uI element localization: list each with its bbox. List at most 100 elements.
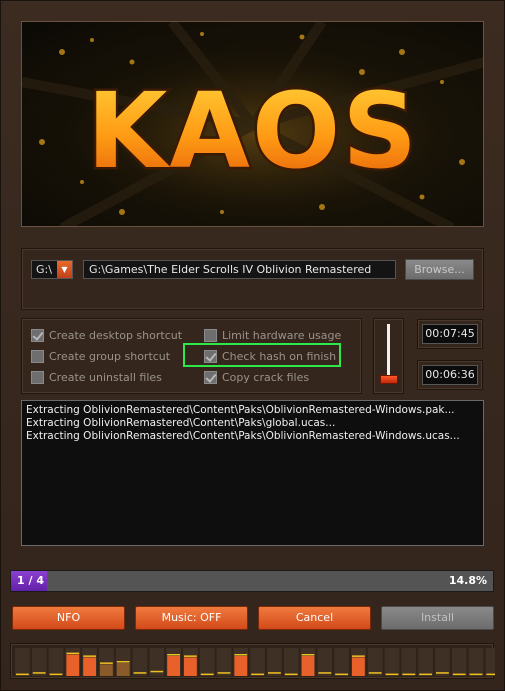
equalizer-peak: [83, 655, 96, 657]
progress-bar: 1 / 4 14.8%: [10, 570, 494, 592]
nfo-button[interactable]: NFO: [12, 606, 125, 630]
kaos-logo-art: KAOS: [22, 22, 483, 226]
checkbox-checked[interactable]: [204, 370, 217, 384]
kaos-banner: KAOS: [21, 21, 484, 227]
equalizer-cell: [250, 648, 265, 676]
equalizer-peak: [200, 673, 214, 676]
option-create-group-shortcut[interactable]: Create group shortcut: [31, 348, 170, 364]
equalizer-cell: [15, 648, 30, 676]
equalizer-cell: [132, 648, 148, 676]
equalizer-peak: [16, 673, 29, 676]
option-label: Copy crack files: [222, 370, 310, 384]
equalizer-peak: [184, 655, 197, 657]
drive-select[interactable]: G:\ ▼: [31, 260, 73, 279]
equalizer-peak: [318, 672, 332, 674]
log-line: Extracting OblivionRemastered\Content\Pa…: [26, 430, 460, 442]
equalizer-bar: [301, 656, 315, 676]
equalizer-peak: [150, 670, 164, 673]
equalizer-cell: [216, 648, 232, 676]
equalizer-cell: [31, 648, 47, 676]
equalizer-bars: [15, 648, 495, 676]
checkbox[interactable]: [31, 349, 44, 363]
equalizer-cell: [48, 648, 64, 676]
equalizer-cell: [401, 648, 417, 676]
equalizer-bar: [100, 664, 113, 676]
remaining-time-box: 00:06:36: [417, 360, 483, 390]
equalizer-bar: [116, 663, 130, 676]
equalizer-peak: [452, 673, 466, 676]
equalizer-bar: [83, 657, 96, 676]
equalizer-cell: [334, 648, 349, 676]
equalizer-peak: [486, 673, 495, 676]
equalizer-peak: [268, 672, 281, 674]
equalizer-peak: [251, 673, 264, 676]
option-create-uninstall-files[interactable]: Create uninstall files: [31, 369, 162, 385]
equalizer-cell: [283, 648, 299, 676]
extraction-log[interactable]: Extracting OblivionRemastered\Content\Pa…: [21, 400, 484, 546]
equalizer-peak: [100, 662, 113, 664]
install-button[interactable]: Install: [381, 606, 494, 630]
equalizer-bar: [352, 657, 365, 676]
equalizer-bar: [66, 654, 80, 676]
equalizer-cell: [485, 648, 495, 676]
equalizer-peak: [419, 673, 432, 676]
equalizer-peak: [284, 673, 298, 676]
equalizer-peak: [368, 672, 382, 674]
progress-percent: 14.8%: [448, 574, 487, 587]
equalizer-cell: [451, 648, 467, 676]
equalizer-peak: [234, 654, 248, 656]
equalizer-visualizer: [10, 643, 495, 679]
equalizer-cell: [199, 648, 215, 676]
highlight-box: [183, 343, 341, 367]
logo-text: KAOS: [87, 70, 419, 192]
equalizer-peak: [301, 654, 315, 656]
checkbox[interactable]: [204, 328, 217, 342]
equalizer-peak: [32, 672, 46, 674]
equalizer-peak: [469, 673, 483, 676]
elapsed-time-box: 00:07:45: [417, 319, 483, 349]
cancel-button[interactable]: Cancel: [258, 606, 371, 630]
equalizer-peak: [49, 673, 63, 676]
option-limit-hardware-usage[interactable]: Limit hardware usage: [204, 327, 341, 343]
drive-value: G:\: [36, 263, 52, 276]
remaining-time: 00:06:36: [422, 365, 478, 385]
chevron-down-icon[interactable]: ▼: [57, 261, 72, 278]
log-line: Extracting OblivionRemastered\Content\Pa…: [26, 417, 336, 429]
equalizer-peak: [402, 673, 416, 676]
equalizer-peak: [352, 655, 365, 657]
equalizer-peak: [217, 672, 231, 674]
volume-slider-track[interactable]: [387, 324, 390, 380]
option-label: Create desktop shortcut: [49, 328, 183, 342]
equalizer-bar: [167, 656, 180, 676]
install-path-field[interactable]: G:\Games\The Elder Scrolls IV Oblivion R…: [83, 260, 396, 279]
equalizer-peak: [436, 672, 449, 674]
equalizer-cell: [418, 648, 433, 676]
equalizer-peak: [385, 673, 399, 676]
checkbox[interactable]: [31, 370, 44, 384]
option-label: Create group shortcut: [49, 349, 171, 363]
equalizer-peak: [335, 673, 348, 676]
elapsed-time: 00:07:45: [422, 324, 478, 344]
option-copy-crack-files[interactable]: Copy crack files: [204, 369, 309, 385]
equalizer-cell: [317, 648, 333, 676]
equalizer-cell: [468, 648, 484, 676]
equalizer-peak: [133, 672, 147, 674]
music-toggle-button[interactable]: Music: OFF: [135, 606, 248, 630]
checkbox-checked[interactable]: [31, 328, 44, 342]
equalizer-peak: [66, 652, 80, 655]
equalizer-cell: [267, 648, 282, 676]
option-label: Limit hardware usage: [222, 328, 342, 342]
option-create-desktop-shortcut[interactable]: Create desktop shortcut: [31, 327, 182, 343]
equalizer-peak: [167, 654, 180, 656]
progress-step: 1 / 4: [17, 574, 44, 587]
equalizer-peak: [116, 661, 130, 663]
volume-slider-thumb[interactable]: [380, 375, 398, 384]
browse-button[interactable]: Browse...: [405, 259, 474, 280]
option-label: Create uninstall files: [49, 370, 162, 384]
equalizer-bar: [184, 657, 197, 676]
equalizer-cell: [367, 648, 383, 676]
equalizer-cell: [384, 648, 400, 676]
log-line: Extracting OblivionRemastered\Content\Pa…: [26, 404, 455, 416]
equalizer-bar: [234, 656, 248, 676]
equalizer-cell: [435, 648, 450, 676]
